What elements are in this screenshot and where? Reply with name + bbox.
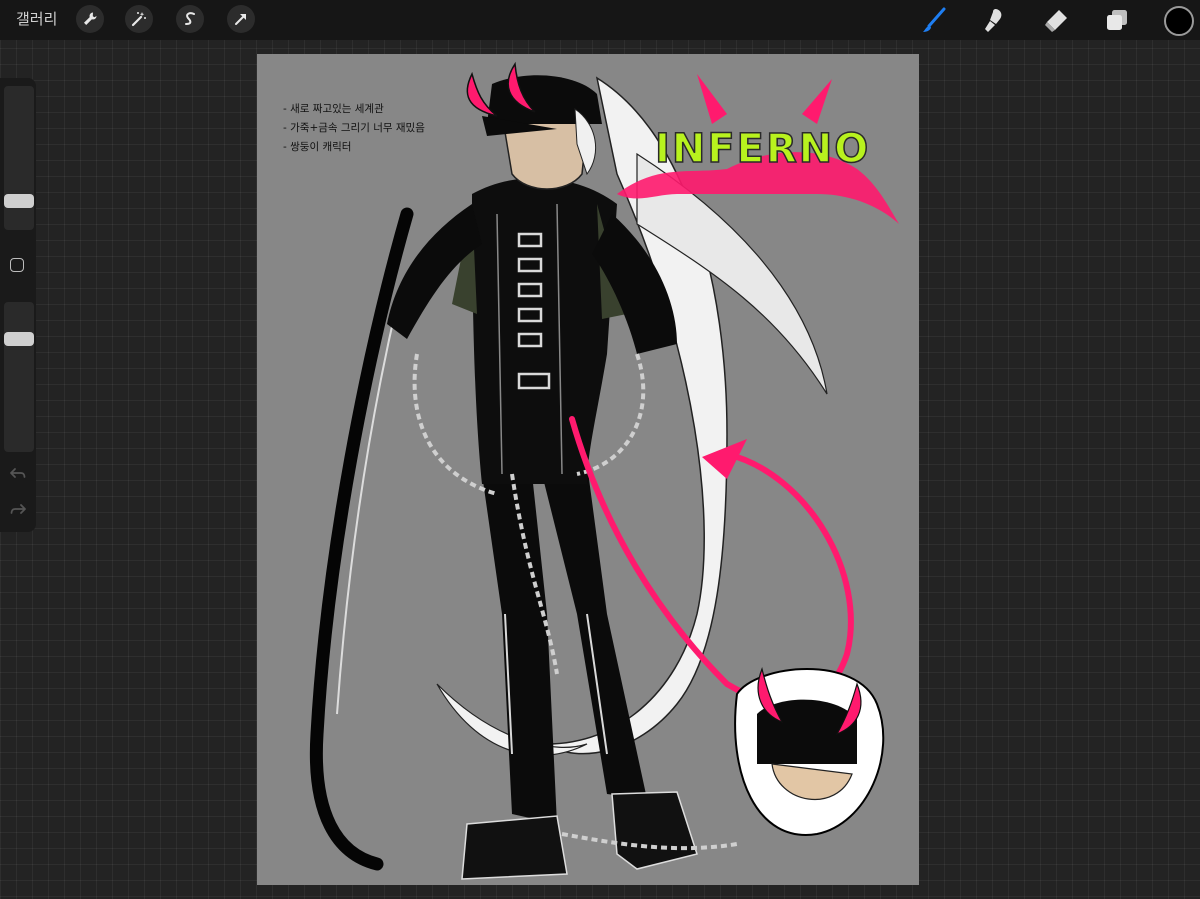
inferno-logo-text: INFERNO	[655, 126, 870, 172]
top-toolbar: 갤러리	[0, 0, 1200, 40]
character-artwork: INFERNO	[309, 61, 899, 880]
drawing-canvas[interactable]: - 새로 짜고있는 세계관 - 가죽+금속 그리기 너무 재밌음 - 쌍둥이 캐…	[257, 54, 919, 885]
magic-wand-icon[interactable]	[125, 5, 153, 33]
current-color-swatch[interactable]	[1164, 6, 1194, 36]
selection-s-icon[interactable]	[176, 5, 204, 33]
brush-icon[interactable]	[918, 4, 950, 36]
layers-icon[interactable]	[1101, 4, 1133, 36]
eraser-icon[interactable]	[1040, 4, 1072, 36]
gallery-button[interactable]: 갤러리	[16, 8, 57, 30]
smudge-icon[interactable]	[978, 4, 1010, 36]
redo-icon[interactable]	[9, 500, 27, 518]
brush-size-handle[interactable]	[4, 194, 34, 208]
wrench-icon[interactable]	[76, 5, 104, 33]
left-sidebar	[0, 78, 36, 532]
modify-square-icon[interactable]	[10, 258, 24, 272]
opacity-handle[interactable]	[4, 332, 34, 346]
undo-icon[interactable]	[9, 464, 27, 482]
brush-size-slider[interactable]	[4, 86, 34, 230]
opacity-slider[interactable]	[4, 302, 34, 452]
chibi-sticker	[734, 667, 885, 836]
transform-arrow-icon[interactable]	[227, 5, 255, 33]
